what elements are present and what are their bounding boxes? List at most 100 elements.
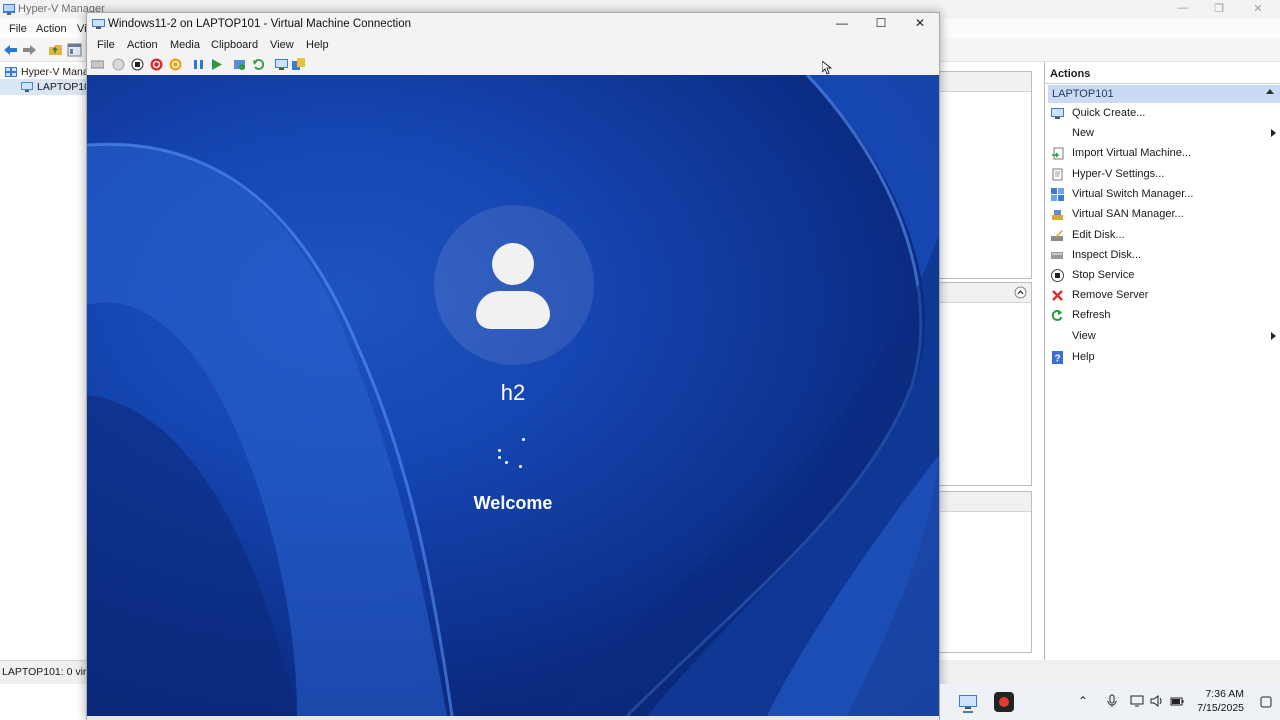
action-inspect-disk[interactable]: Inspect Disk... [1048,246,1280,265]
import-icon [1052,147,1064,160]
checkpoints-panel [940,282,1032,486]
hyperv-menu-action[interactable]: Action [36,23,67,35]
tray-overflow-chevron-icon[interactable]: ⌃ [1078,694,1088,708]
san-icon [1052,210,1063,220]
action-label: Import Virtual Machine... [1072,147,1192,159]
action-remove-server[interactable]: Remove Server [1048,286,1280,305]
vm-title-bar: Windows11-2 on LAPTOP101 - Virtual Machi… [87,13,939,37]
microphone-icon[interactable] [1106,694,1118,708]
virtual-machines-panel [940,71,1032,279]
action-new[interactable]: New [1048,124,1280,143]
actions-header-label: Actions [1050,68,1091,80]
action-label: Hyper-V Settings... [1072,168,1165,180]
action-view[interactable]: View [1048,327,1280,346]
volume-icon[interactable] [1150,694,1164,708]
tree-item-laptop101[interactable]: LAPTOP101 [0,79,87,95]
action-help[interactable]: ? Help [1048,348,1280,367]
vm-status-strip [87,716,939,720]
hyperv-status-bar: LAPTOP101: 0 virtual machines selected [0,660,193,684]
action-label: Quick Create... [1072,107,1146,119]
details-panel-header [940,492,1031,512]
back-arrow-icon[interactable] [3,43,18,57]
action-refresh[interactable]: Refresh [1048,306,1280,325]
avatar-head-icon [492,243,534,285]
virtual-machines-panel-header [940,72,1031,92]
windows-taskbar: ⌃ 7:36 AM 7/15/2025 [940,684,1280,720]
hyperv-app-icon [3,4,15,15]
action-label: Stop Service [1072,269,1135,281]
battery-icon[interactable] [1170,694,1184,708]
forward-arrow-icon[interactable] [22,43,37,57]
collapse-caret-icon[interactable] [1266,89,1274,94]
action-virtual-san-manager[interactable]: Virtual SAN Manager... [1048,205,1280,224]
user-avatar [434,205,594,365]
vm-close-button[interactable]: ✕ [910,16,930,33]
clock-date[interactable]: 7/15/2025 [1197,702,1244,714]
action-label: Edit Disk... [1072,229,1125,241]
action-stop-service[interactable]: Stop Service [1048,266,1280,285]
hyperv-taskbar-icon[interactable] [957,691,979,713]
vm-menu-clipboard[interactable]: Clipboard [211,39,258,51]
pause-icon[interactable] [192,58,205,71]
edit-disk-icon [1051,230,1063,241]
help-icon: ? [1052,351,1063,365]
action-label: New [1072,127,1095,139]
vm-minimize-button[interactable]: — [832,16,852,33]
hyperv-menu-file[interactable]: File [9,23,27,35]
hyperv-maximize-button[interactable]: ❐ [1212,2,1226,16]
checkpoint-icon[interactable] [233,58,246,71]
action-import-vm[interactable]: Import Virtual Machine... [1048,144,1280,163]
network-icon[interactable] [1130,694,1144,708]
stop-icon [1051,269,1064,282]
vm-menu-media[interactable]: Media [170,39,200,51]
save-state-icon[interactable] [169,58,182,71]
vm-menu-file[interactable]: File [97,39,115,51]
share-icon[interactable] [292,58,305,71]
vm-menu-view[interactable]: View [270,39,294,51]
start-disabled-icon[interactable] [112,58,125,71]
tree-item-hyperv-manager[interactable]: Hyper-V Manager [0,64,87,80]
loading-spinner-icon [495,437,527,469]
action-label: View [1072,330,1096,342]
vm-maximize-button[interactable]: ☐ [871,16,891,33]
submenu-arrow-icon [1271,129,1276,137]
shut-down-icon[interactable] [150,58,163,71]
action-label: Virtual Switch Manager... [1072,188,1194,200]
svg-text:?: ? [1054,354,1060,365]
collapse-up-icon[interactable] [1014,286,1027,299]
turn-off-icon[interactable] [131,58,144,71]
submenu-arrow-icon [1271,332,1276,340]
vm-menu-help[interactable]: Help [306,39,329,51]
action-edit-disk[interactable]: Edit Disk... [1048,226,1280,245]
remove-icon [1052,290,1063,301]
vm-menu-action[interactable]: Action [127,39,158,51]
resume-icon[interactable] [210,58,223,71]
vm-display-screen[interactable]: h2 Welcome [87,75,939,716]
actions-section-label: LAPTOP101 [1052,88,1114,100]
enhanced-session-icon[interactable] [275,58,288,71]
hyperv-manager-icon [5,67,17,77]
revert-icon[interactable] [252,58,265,71]
action-label: Virtual SAN Manager... [1072,208,1184,220]
action-hyperv-settings[interactable]: Hyper-V Settings... [1048,165,1280,184]
inspect-disk-icon [1051,252,1063,259]
record-app-icon[interactable] [993,691,1015,713]
hyperv-minimize-button[interactable]: — [1176,2,1190,16]
up-folder-icon[interactable] [48,43,63,57]
vm-toolbar [87,55,939,75]
login-username: h2 [500,380,526,405]
actions-section-laptop101[interactable]: LAPTOP101 [1048,85,1280,103]
notification-icon[interactable] [1260,696,1272,708]
vm-menu-bar: File Action Media Clipboard View Help [87,37,939,55]
clock-time[interactable]: 7:36 AM [1205,688,1244,700]
refresh-icon [1051,310,1063,321]
action-label: Help [1072,351,1095,363]
hyperv-close-button[interactable]: ✕ [1251,2,1265,16]
switch-icon [1051,188,1064,201]
avatar-body-icon [476,291,550,329]
tree-node-label: LAPTOP101 [37,81,87,93]
action-quick-create[interactable]: Quick Create... [1048,104,1280,123]
ctrl-alt-del-icon[interactable] [91,58,104,71]
action-virtual-switch-manager[interactable]: Virtual Switch Manager... [1048,185,1280,204]
show-hide-tree-icon[interactable] [67,43,82,57]
